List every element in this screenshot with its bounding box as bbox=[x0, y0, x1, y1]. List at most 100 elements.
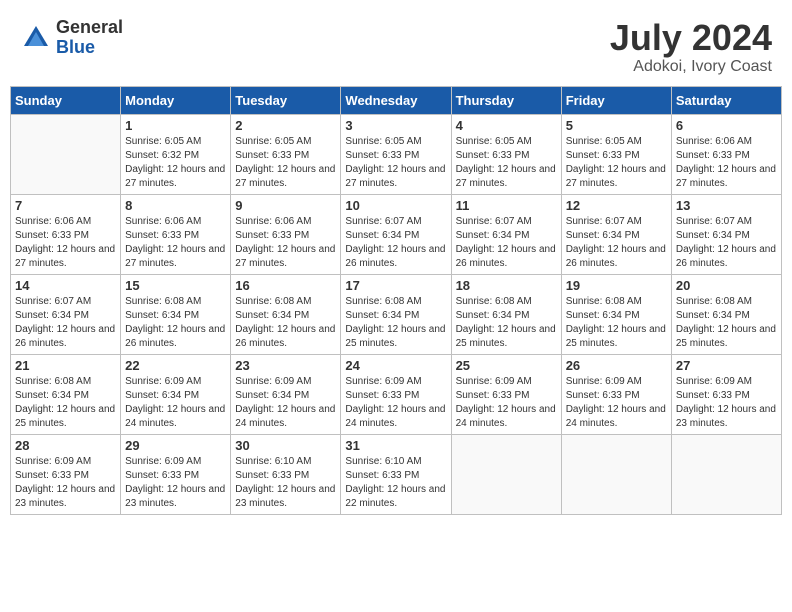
calendar-table: Sunday Monday Tuesday Wednesday Thursday… bbox=[10, 86, 782, 515]
table-row: 3 Sunrise: 6:05 AM Sunset: 6:33 PM Daylig… bbox=[341, 114, 451, 194]
table-row: 7Sunrise: 6:06 AM Sunset: 6:33 PM Daylig… bbox=[11, 194, 121, 274]
day-number: 22 bbox=[125, 358, 226, 373]
day-number: 23 bbox=[235, 358, 336, 373]
day-number: 31 bbox=[345, 438, 446, 453]
day-number: 18 bbox=[456, 278, 557, 293]
day-info: Sunrise: 6:05 AM Sunset: 6:33 PM Dayligh… bbox=[456, 135, 557, 191]
col-tuesday: Tuesday bbox=[231, 86, 341, 114]
day-info: Sunrise: 6:08 AM Sunset: 6:34 PM Dayligh… bbox=[15, 375, 116, 431]
day-info: Sunrise: 6:07 AM Sunset: 6:34 PM Dayligh… bbox=[345, 215, 446, 271]
day-number: 12 bbox=[566, 198, 667, 213]
table-row bbox=[671, 434, 781, 514]
table-row: 6 Sunrise: 6:06 AM Sunset: 6:33 PM Daylig… bbox=[671, 114, 781, 194]
calendar-week-row: 21 Sunrise: 6:08 AM Sunset: 6:34 PM Dayli… bbox=[11, 354, 782, 434]
day-info: Sunrise: 6:08 AM Sunset: 6:34 PM Dayligh… bbox=[345, 295, 446, 351]
day-number: 27 bbox=[676, 358, 777, 373]
day-number: 26 bbox=[566, 358, 667, 373]
day-number: 25 bbox=[456, 358, 557, 373]
day-info: Sunrise: 6:06 AM Sunset: 6:33 PM Dayligh… bbox=[676, 135, 777, 191]
day-info: Sunrise: 6:09 AM Sunset: 6:33 PM Dayligh… bbox=[15, 455, 116, 511]
title-block: July 2024 Adokoi, Ivory Coast bbox=[610, 18, 772, 76]
table-row: 16Sunrise: 6:08 AM Sunset: 6:34 PM Dayli… bbox=[231, 274, 341, 354]
col-thursday: Thursday bbox=[451, 86, 561, 114]
day-info: Sunrise: 6:07 AM Sunset: 6:34 PM Dayligh… bbox=[15, 295, 116, 351]
day-number: 5 bbox=[566, 118, 667, 133]
day-number: 2 bbox=[235, 118, 336, 133]
calendar-week-row: 7 Sunrise: 6:06 AM Sunset: 6:33 PM Daylig… bbox=[11, 194, 782, 274]
table-row: 22 Sunrise: 6:09 AM Sunset: 6:34 PM Dayli… bbox=[121, 354, 231, 434]
day-info: Sunrise: 6:08 AM Sunset: 6:34 PM Dayligh… bbox=[566, 295, 667, 351]
day-number: 10 bbox=[345, 198, 446, 213]
day-info: Sunrise: 6:06 AM Sunset: 6:33 PM Dayligh… bbox=[235, 215, 336, 271]
table-row bbox=[561, 434, 671, 514]
day-info: Sunrise: 6:08 AM Sunset: 6:34 PM Dayligh… bbox=[125, 295, 226, 351]
day-info: Sunrise: 6:07 AM Sunset: 6:34 PM Dayligh… bbox=[456, 215, 557, 271]
col-monday: Monday bbox=[121, 86, 231, 114]
day-info: Sunrise: 6:08 AM Sunset: 6:34 PM Dayligh… bbox=[676, 295, 777, 351]
day-number: 3 bbox=[345, 118, 446, 133]
col-sunday: Sunday bbox=[11, 86, 121, 114]
day-info: Sunrise: 6:05 AM Sunset: 6:33 PM Dayligh… bbox=[566, 135, 667, 191]
table-row: 24 Sunrise: 6:09 AM Sunset: 6:33 PM Dayli… bbox=[341, 354, 451, 434]
calendar-week-row: 28Sunrise: 6:09 AM Sunset: 6:33 PM Dayli… bbox=[11, 434, 782, 514]
table-row: 11 Sunrise: 6:07 AM Sunset: 6:34 PM Dayli… bbox=[451, 194, 561, 274]
day-info: Sunrise: 6:10 AM Sunset: 6:33 PM Dayligh… bbox=[345, 455, 446, 511]
table-row: 1 Sunrise: 6:05 AM Sunset: 6:32 PM Daylig… bbox=[121, 114, 231, 194]
table-row: 9 Sunrise: 6:06 AM Sunset: 6:33 PM Daylig… bbox=[231, 194, 341, 274]
table-row: 31 Sunrise: 6:10 AM Sunset: 6:33 PM Dayli… bbox=[341, 434, 451, 514]
table-row: 10 Sunrise: 6:07 AM Sunset: 6:34 PM Dayli… bbox=[341, 194, 451, 274]
table-row: 15 Sunrise: 6:08 AM Sunset: 6:34 PM Dayli… bbox=[121, 274, 231, 354]
logo-icon bbox=[20, 22, 52, 54]
calendar-week-row: 14Sunrise: 6:07 AM Sunset: 6:34 PM Dayli… bbox=[11, 274, 782, 354]
day-info: Sunrise: 6:09 AM Sunset: 6:33 PM Dayligh… bbox=[345, 375, 446, 431]
day-number: 19 bbox=[566, 278, 667, 293]
table-row: 13Sunrise: 6:07 AM Sunset: 6:34 PM Dayli… bbox=[671, 194, 781, 274]
table-row: 21 Sunrise: 6:08 AM Sunset: 6:34 PM Dayli… bbox=[11, 354, 121, 434]
table-row: 4 Sunrise: 6:05 AM Sunset: 6:33 PM Daylig… bbox=[451, 114, 561, 194]
day-info: Sunrise: 6:08 AM Sunset: 6:34 PM Dayligh… bbox=[456, 295, 557, 351]
location: Adokoi, Ivory Coast bbox=[610, 58, 772, 76]
logo: General Blue bbox=[20, 18, 123, 58]
logo-blue: Blue bbox=[56, 38, 123, 58]
day-info: Sunrise: 6:09 AM Sunset: 6:33 PM Dayligh… bbox=[566, 375, 667, 431]
table-row: 30 Sunrise: 6:10 AM Sunset: 6:33 PM Dayli… bbox=[231, 434, 341, 514]
month-year: July 2024 bbox=[610, 18, 772, 58]
day-info: Sunrise: 6:08 AM Sunset: 6:34 PM Dayligh… bbox=[235, 295, 336, 351]
day-info: Sunrise: 6:10 AM Sunset: 6:33 PM Dayligh… bbox=[235, 455, 336, 511]
day-info: Sunrise: 6:09 AM Sunset: 6:34 PM Dayligh… bbox=[125, 375, 226, 431]
table-row: 29Sunrise: 6:09 AM Sunset: 6:33 PM Dayli… bbox=[121, 434, 231, 514]
table-row: 26 Sunrise: 6:09 AM Sunset: 6:33 PM Dayli… bbox=[561, 354, 671, 434]
table-row: 2 Sunrise: 6:05 AM Sunset: 6:33 PM Daylig… bbox=[231, 114, 341, 194]
day-info: Sunrise: 6:09 AM Sunset: 6:33 PM Dayligh… bbox=[456, 375, 557, 431]
col-saturday: Saturday bbox=[671, 86, 781, 114]
table-row: 12Sunrise: 6:07 AM Sunset: 6:34 PM Dayli… bbox=[561, 194, 671, 274]
day-number: 21 bbox=[15, 358, 116, 373]
day-number: 6 bbox=[676, 118, 777, 133]
table-row: 25 Sunrise: 6:09 AM Sunset: 6:33 PM Dayli… bbox=[451, 354, 561, 434]
table-row: 27Sunrise: 6:09 AM Sunset: 6:33 PM Dayli… bbox=[671, 354, 781, 434]
col-wednesday: Wednesday bbox=[341, 86, 451, 114]
day-number: 11 bbox=[456, 198, 557, 213]
day-number: 1 bbox=[125, 118, 226, 133]
day-info: Sunrise: 6:05 AM Sunset: 6:33 PM Dayligh… bbox=[235, 135, 336, 191]
day-number: 8 bbox=[125, 198, 226, 213]
day-info: Sunrise: 6:05 AM Sunset: 6:33 PM Dayligh… bbox=[345, 135, 446, 191]
day-number: 9 bbox=[235, 198, 336, 213]
logo-text: General Blue bbox=[56, 18, 123, 58]
table-row: 8Sunrise: 6:06 AM Sunset: 6:33 PM Daylig… bbox=[121, 194, 231, 274]
day-number: 4 bbox=[456, 118, 557, 133]
day-number: 30 bbox=[235, 438, 336, 453]
day-number: 7 bbox=[15, 198, 116, 213]
day-number: 13 bbox=[676, 198, 777, 213]
calendar-week-row: 1 Sunrise: 6:05 AM Sunset: 6:32 PM Daylig… bbox=[11, 114, 782, 194]
day-info: Sunrise: 6:05 AM Sunset: 6:32 PM Dayligh… bbox=[125, 135, 226, 191]
day-number: 15 bbox=[125, 278, 226, 293]
table-row: 23 Sunrise: 6:09 AM Sunset: 6:34 PM Dayli… bbox=[231, 354, 341, 434]
table-row: 5 Sunrise: 6:05 AM Sunset: 6:33 PM Daylig… bbox=[561, 114, 671, 194]
day-number: 24 bbox=[345, 358, 446, 373]
table-row bbox=[11, 114, 121, 194]
day-number: 17 bbox=[345, 278, 446, 293]
table-row bbox=[451, 434, 561, 514]
day-info: Sunrise: 6:09 AM Sunset: 6:34 PM Dayligh… bbox=[235, 375, 336, 431]
col-friday: Friday bbox=[561, 86, 671, 114]
